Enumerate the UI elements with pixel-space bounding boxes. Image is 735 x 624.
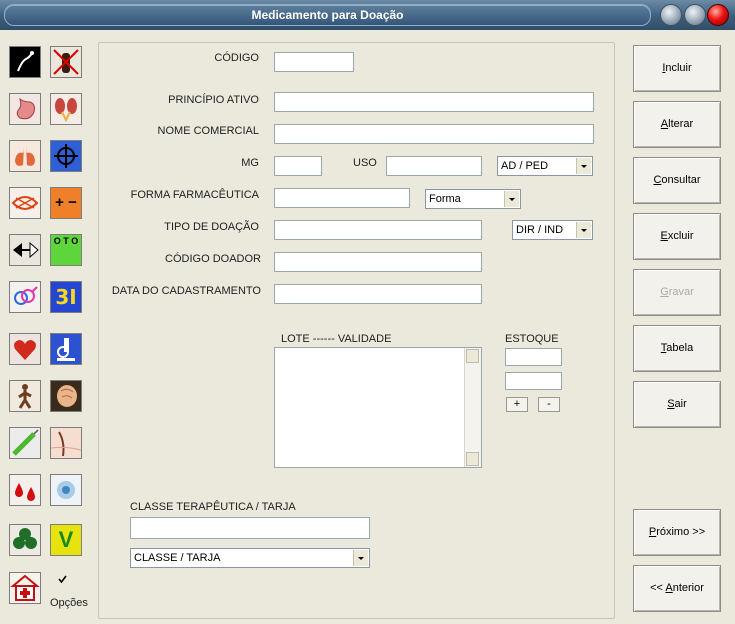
- classe-input[interactable]: [130, 517, 370, 539]
- data-label: DATA DO CADASTRAMENTO: [111, 285, 261, 297]
- forma-label: FORMA FARMACÊUTICA: [130, 189, 259, 201]
- nome-input[interactable]: [274, 124, 594, 144]
- btn-hotkey: E: [660, 230, 668, 242]
- forma-select[interactable]: Forma: [425, 189, 521, 209]
- forma-input[interactable]: [274, 188, 410, 208]
- tipo-input[interactable]: [274, 220, 482, 240]
- principio-input[interactable]: [274, 92, 594, 112]
- heart-icon[interactable]: [9, 333, 41, 365]
- excluir-button[interactable]: Excluir: [633, 213, 721, 260]
- alterar-button[interactable]: Alterar: [633, 101, 721, 148]
- estoque-input-2[interactable]: [505, 372, 562, 390]
- kidneys-icon[interactable]: [50, 93, 82, 125]
- minus-button[interactable]: -: [538, 397, 560, 412]
- mg-input[interactable]: [274, 156, 322, 176]
- maximize-button[interactable]: [684, 4, 706, 26]
- lote-header: LOTE ------ VALIDADE: [281, 333, 392, 345]
- options-label: Opções: [50, 597, 88, 609]
- gravar-button[interactable]: Gravar: [633, 269, 721, 316]
- skin-icon[interactable]: [50, 427, 82, 459]
- cell-icon[interactable]: [50, 474, 82, 506]
- oto-icon[interactable]: O T O: [50, 234, 82, 266]
- gender-icon[interactable]: [9, 281, 41, 313]
- options-checkbox[interactable]: [57, 574, 68, 585]
- estoque-label: ESTOQUE: [505, 333, 559, 345]
- classe-select[interactable]: CLASSE / TARJA: [130, 548, 370, 568]
- btn-hotkey: A: [665, 582, 673, 594]
- tipo-select[interactable]: DIR / IND: [512, 220, 593, 240]
- uso-select-value: AD / PED: [501, 160, 549, 172]
- microscope-icon[interactable]: [50, 333, 82, 365]
- scroll-down-icon[interactable]: [466, 452, 479, 466]
- btn-post: air: [674, 398, 687, 410]
- anterior-button[interactable]: << Anterior: [633, 565, 721, 612]
- arrow-connector-icon[interactable]: [9, 234, 41, 266]
- bones-icon[interactable]: [9, 46, 41, 78]
- tipo-label: TIPO DE DOAÇÃO: [164, 221, 259, 233]
- btn-post: róximo >>: [656, 526, 706, 538]
- blood-drops-icon[interactable]: [9, 474, 41, 506]
- chevron-down-icon: [576, 158, 591, 174]
- uso-input[interactable]: [386, 156, 482, 176]
- consultar-button[interactable]: Consultar: [633, 157, 721, 204]
- btn-hotkey: G: [660, 286, 669, 298]
- mg-label: MG: [241, 157, 259, 169]
- no-drink-icon[interactable]: [50, 46, 82, 78]
- btn-post: lterar: [668, 118, 694, 130]
- btn-hotkey: S: [667, 398, 675, 410]
- tipo-select-value: DIR / IND: [516, 224, 564, 236]
- crosshair-icon[interactable]: [50, 140, 82, 172]
- principio-label: PRINCÍPIO ATIVO: [168, 94, 259, 106]
- hospital-icon[interactable]: [9, 572, 41, 604]
- lote-list[interactable]: [274, 347, 482, 468]
- nome-label: NOME COMERCIAL: [157, 125, 259, 137]
- uso-label: USO: [353, 157, 377, 169]
- tabela-button[interactable]: Tabela: [633, 325, 721, 372]
- close-button[interactable]: [707, 4, 729, 26]
- chevron-down-icon: [504, 191, 519, 207]
- btn-post: ravar: [668, 286, 694, 298]
- forma-select-value: Forma: [429, 193, 461, 205]
- plus-button[interactable]: +: [506, 397, 528, 412]
- btn-post: xcluir: [667, 230, 694, 242]
- estoque-input-1[interactable]: [505, 348, 562, 366]
- btn-pre: <<: [650, 582, 666, 594]
- lungs-icon[interactable]: [9, 140, 41, 172]
- uso-select[interactable]: AD / PED: [497, 156, 593, 176]
- classe-label: CLASSE TERAPÊUTICA / TARJA: [130, 501, 296, 513]
- brain-icon[interactable]: [50, 380, 82, 412]
- stomach-icon[interactable]: [9, 93, 41, 125]
- evolution-icon[interactable]: [9, 380, 41, 412]
- data-input[interactable]: [274, 284, 482, 304]
- proximo-button[interactable]: Próximo >>: [633, 509, 721, 556]
- clover-icon[interactable]: [9, 524, 41, 556]
- btn-post: onsultar: [661, 174, 701, 186]
- 3i-icon[interactable]: 3I: [50, 281, 82, 313]
- classe-select-value: CLASSE / TARJA: [134, 552, 221, 564]
- lote-scrollbar[interactable]: [464, 348, 481, 467]
- codigo-label: CÓDIGO: [214, 52, 259, 64]
- btn-post: abela: [666, 342, 694, 354]
- doador-input[interactable]: [274, 252, 482, 272]
- doador-label: CÓDIGO DOADOR: [165, 253, 261, 265]
- eye-icon[interactable]: [9, 187, 41, 219]
- incluir-button[interactable]: Incluir: [633, 45, 721, 92]
- codigo-input[interactable]: [274, 52, 354, 72]
- v-icon[interactable]: V: [50, 524, 82, 556]
- chevron-down-icon: [353, 550, 368, 566]
- chevron-down-icon: [576, 222, 591, 238]
- sair-button[interactable]: Sair: [633, 381, 721, 428]
- minimize-button[interactable]: [660, 4, 682, 26]
- btn-post: ncluir: [665, 62, 692, 74]
- btn-post: nterior: [672, 582, 704, 594]
- syringe-icon[interactable]: [9, 427, 41, 459]
- scroll-up-icon[interactable]: [466, 349, 479, 363]
- plus-minus-icon[interactable]: + −: [50, 187, 82, 219]
- window-title: Medicamento para Doação: [251, 8, 404, 22]
